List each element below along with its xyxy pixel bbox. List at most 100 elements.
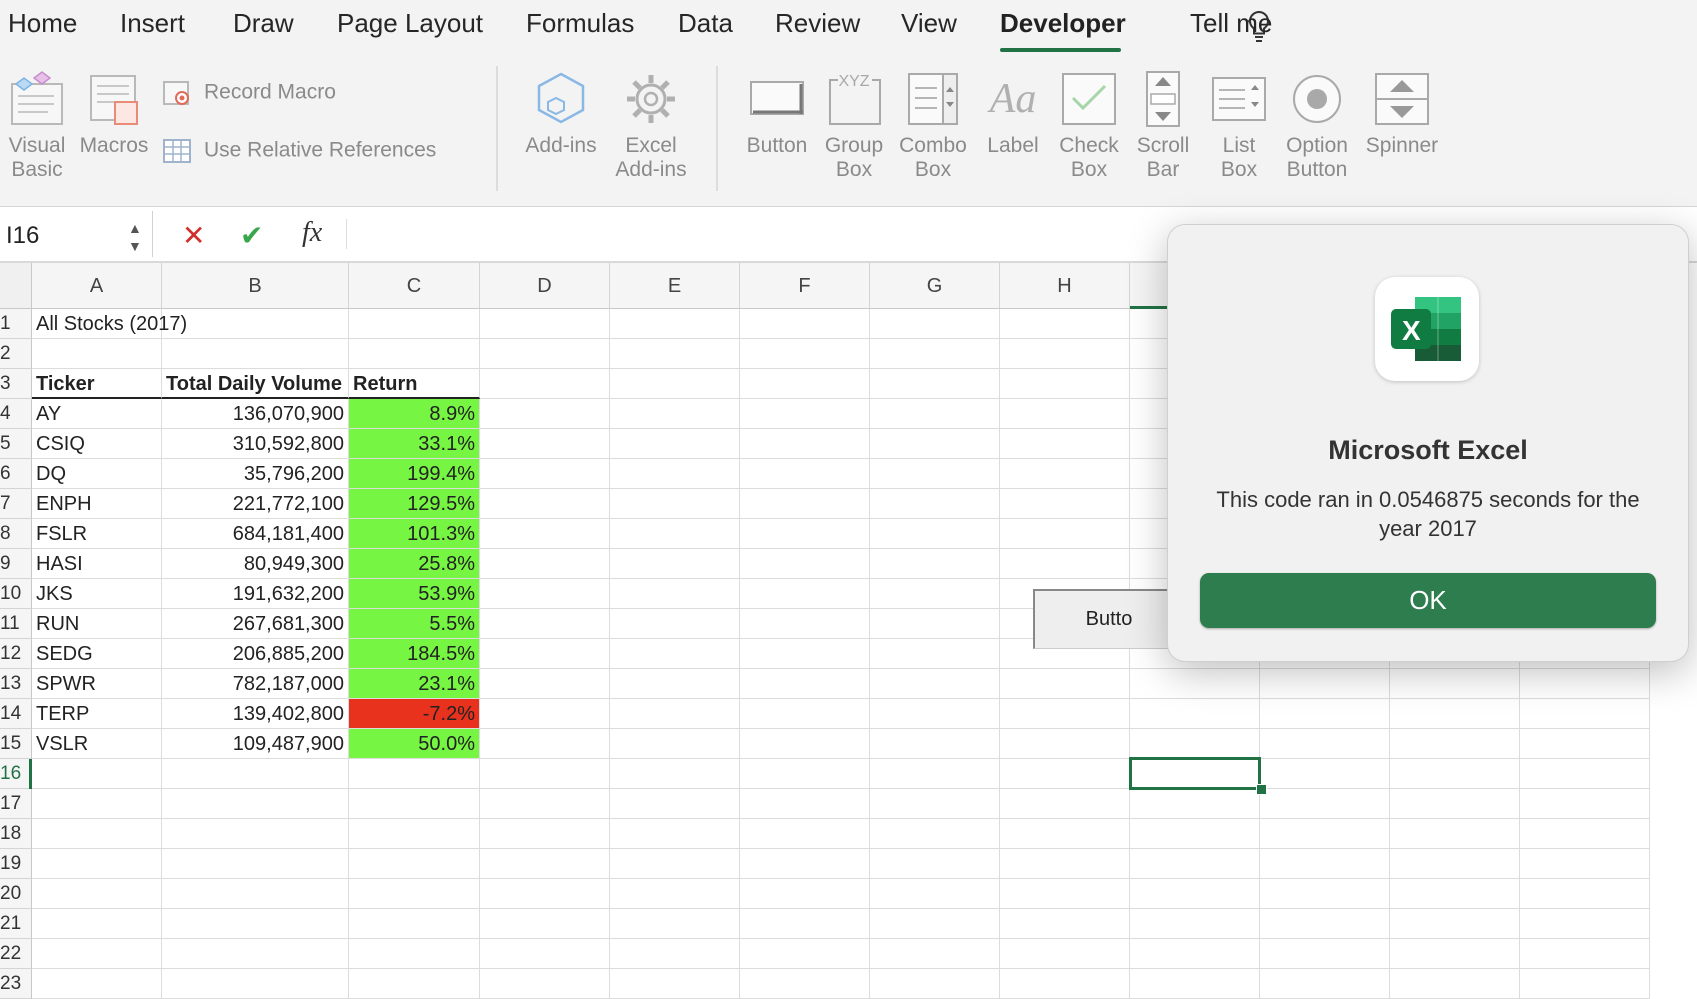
cell[interactable] bbox=[740, 459, 870, 489]
row-header-10[interactable]: 10 bbox=[0, 579, 32, 609]
row-header-6[interactable]: 6 bbox=[0, 459, 32, 489]
list-box-button[interactable]: List Box bbox=[1206, 70, 1272, 182]
column-header-g[interactable]: G bbox=[870, 263, 1000, 309]
cell[interactable] bbox=[480, 549, 610, 579]
cell[interactable] bbox=[740, 549, 870, 579]
cell[interactable] bbox=[1520, 879, 1650, 909]
cell[interactable] bbox=[610, 699, 740, 729]
cell[interactable] bbox=[480, 519, 610, 549]
volume-cell[interactable]: 109,487,900 bbox=[162, 729, 349, 759]
row-header-8[interactable]: 8 bbox=[0, 519, 32, 549]
cell[interactable] bbox=[162, 849, 349, 879]
cell[interactable] bbox=[1260, 849, 1390, 879]
tab-view[interactable]: View bbox=[901, 8, 957, 39]
cell[interactable] bbox=[610, 819, 740, 849]
cell[interactable] bbox=[1000, 699, 1130, 729]
cell[interactable] bbox=[870, 879, 1000, 909]
cell[interactable] bbox=[740, 519, 870, 549]
ticker-cell[interactable]: RUN bbox=[32, 609, 162, 639]
cell[interactable] bbox=[32, 339, 162, 369]
cell[interactable] bbox=[740, 849, 870, 879]
cell[interactable] bbox=[1520, 909, 1650, 939]
cell[interactable] bbox=[870, 489, 1000, 519]
ok-button[interactable]: OK bbox=[1200, 573, 1656, 628]
row-header-1[interactable]: 1 bbox=[0, 309, 32, 339]
row-header-9[interactable]: 9 bbox=[0, 549, 32, 579]
cell[interactable] bbox=[740, 369, 870, 399]
ticker-cell[interactable]: ENPH bbox=[32, 489, 162, 519]
cell[interactable] bbox=[740, 939, 870, 969]
cell[interactable] bbox=[1000, 519, 1130, 549]
spinner-button[interactable]: Spinner bbox=[1360, 70, 1444, 158]
cell[interactable] bbox=[1520, 729, 1650, 759]
label-control-button[interactable]: Aa Label bbox=[978, 70, 1048, 158]
cell[interactable] bbox=[740, 309, 870, 339]
ticker-cell[interactable]: HASI bbox=[32, 549, 162, 579]
cancel-x-icon[interactable]: ✕ bbox=[182, 219, 205, 252]
cell[interactable] bbox=[1000, 849, 1130, 879]
cell[interactable] bbox=[349, 969, 480, 999]
return-cell[interactable]: 23.1% bbox=[349, 669, 480, 699]
cell[interactable] bbox=[610, 849, 740, 879]
cell[interactable] bbox=[1260, 729, 1390, 759]
cell[interactable] bbox=[610, 369, 740, 399]
cell[interactable] bbox=[1520, 939, 1650, 969]
scroll-bar-button[interactable]: Scroll Bar bbox=[1130, 70, 1196, 182]
cell[interactable] bbox=[32, 759, 162, 789]
tab-insert[interactable]: Insert bbox=[120, 8, 185, 39]
cell[interactable] bbox=[1000, 399, 1130, 429]
cell[interactable] bbox=[1000, 969, 1130, 999]
cell[interactable] bbox=[870, 759, 1000, 789]
volume-cell[interactable]: 206,885,200 bbox=[162, 639, 349, 669]
cell[interactable] bbox=[1000, 369, 1130, 399]
cell[interactable] bbox=[740, 579, 870, 609]
column-header-f[interactable]: F bbox=[740, 263, 870, 309]
volume-cell[interactable]: 80,949,300 bbox=[162, 549, 349, 579]
cell[interactable] bbox=[1000, 489, 1130, 519]
cell[interactable] bbox=[1390, 759, 1520, 789]
cell[interactable] bbox=[1390, 729, 1520, 759]
cell[interactable] bbox=[610, 549, 740, 579]
cell[interactable] bbox=[1130, 669, 1260, 699]
return-cell[interactable]: 5.5% bbox=[349, 609, 480, 639]
excel-add-ins-button[interactable]: Excel Add-ins bbox=[610, 70, 692, 182]
cell[interactable] bbox=[162, 909, 349, 939]
cell[interactable] bbox=[610, 399, 740, 429]
volume-cell[interactable]: 267,681,300 bbox=[162, 609, 349, 639]
cell[interactable] bbox=[870, 519, 1000, 549]
row-header-19[interactable]: 19 bbox=[0, 849, 32, 879]
row-header-23[interactable]: 23 bbox=[0, 969, 32, 999]
cell[interactable] bbox=[1130, 879, 1260, 909]
cell[interactable] bbox=[1390, 969, 1520, 999]
cell[interactable] bbox=[740, 819, 870, 849]
cell[interactable] bbox=[349, 909, 480, 939]
option-button-button[interactable]: Option Button bbox=[1280, 70, 1354, 182]
cell[interactable] bbox=[610, 639, 740, 669]
add-ins-button[interactable]: Add-ins bbox=[520, 70, 602, 158]
cell[interactable] bbox=[1130, 819, 1260, 849]
cell[interactable] bbox=[870, 579, 1000, 609]
cell[interactable] bbox=[740, 399, 870, 429]
return-cell[interactable]: 8.9% bbox=[349, 399, 480, 429]
select-all-corner[interactable] bbox=[0, 263, 32, 309]
cell[interactable] bbox=[349, 309, 480, 339]
tab-formulas[interactable]: Formulas bbox=[526, 8, 634, 39]
cell[interactable] bbox=[1390, 819, 1520, 849]
cell[interactable] bbox=[1000, 909, 1130, 939]
column-header-d[interactable]: D bbox=[480, 263, 610, 309]
cell[interactable] bbox=[610, 429, 740, 459]
cell[interactable] bbox=[610, 759, 740, 789]
ticker-cell[interactable]: VSLR bbox=[32, 729, 162, 759]
cell[interactable] bbox=[480, 429, 610, 459]
cell[interactable] bbox=[480, 699, 610, 729]
cell[interactable] bbox=[162, 309, 349, 339]
fx-insert-function-icon[interactable]: fx bbox=[302, 217, 322, 249]
cell[interactable] bbox=[870, 429, 1000, 459]
form-control-button[interactable]: Button bbox=[740, 70, 814, 158]
column-header-h[interactable]: H bbox=[1000, 263, 1130, 309]
row-header-11[interactable]: 11 bbox=[0, 609, 32, 639]
cell[interactable] bbox=[480, 399, 610, 429]
check-box-button[interactable]: Check Box bbox=[1054, 70, 1124, 182]
cell[interactable] bbox=[162, 819, 349, 849]
cell[interactable] bbox=[1130, 939, 1260, 969]
